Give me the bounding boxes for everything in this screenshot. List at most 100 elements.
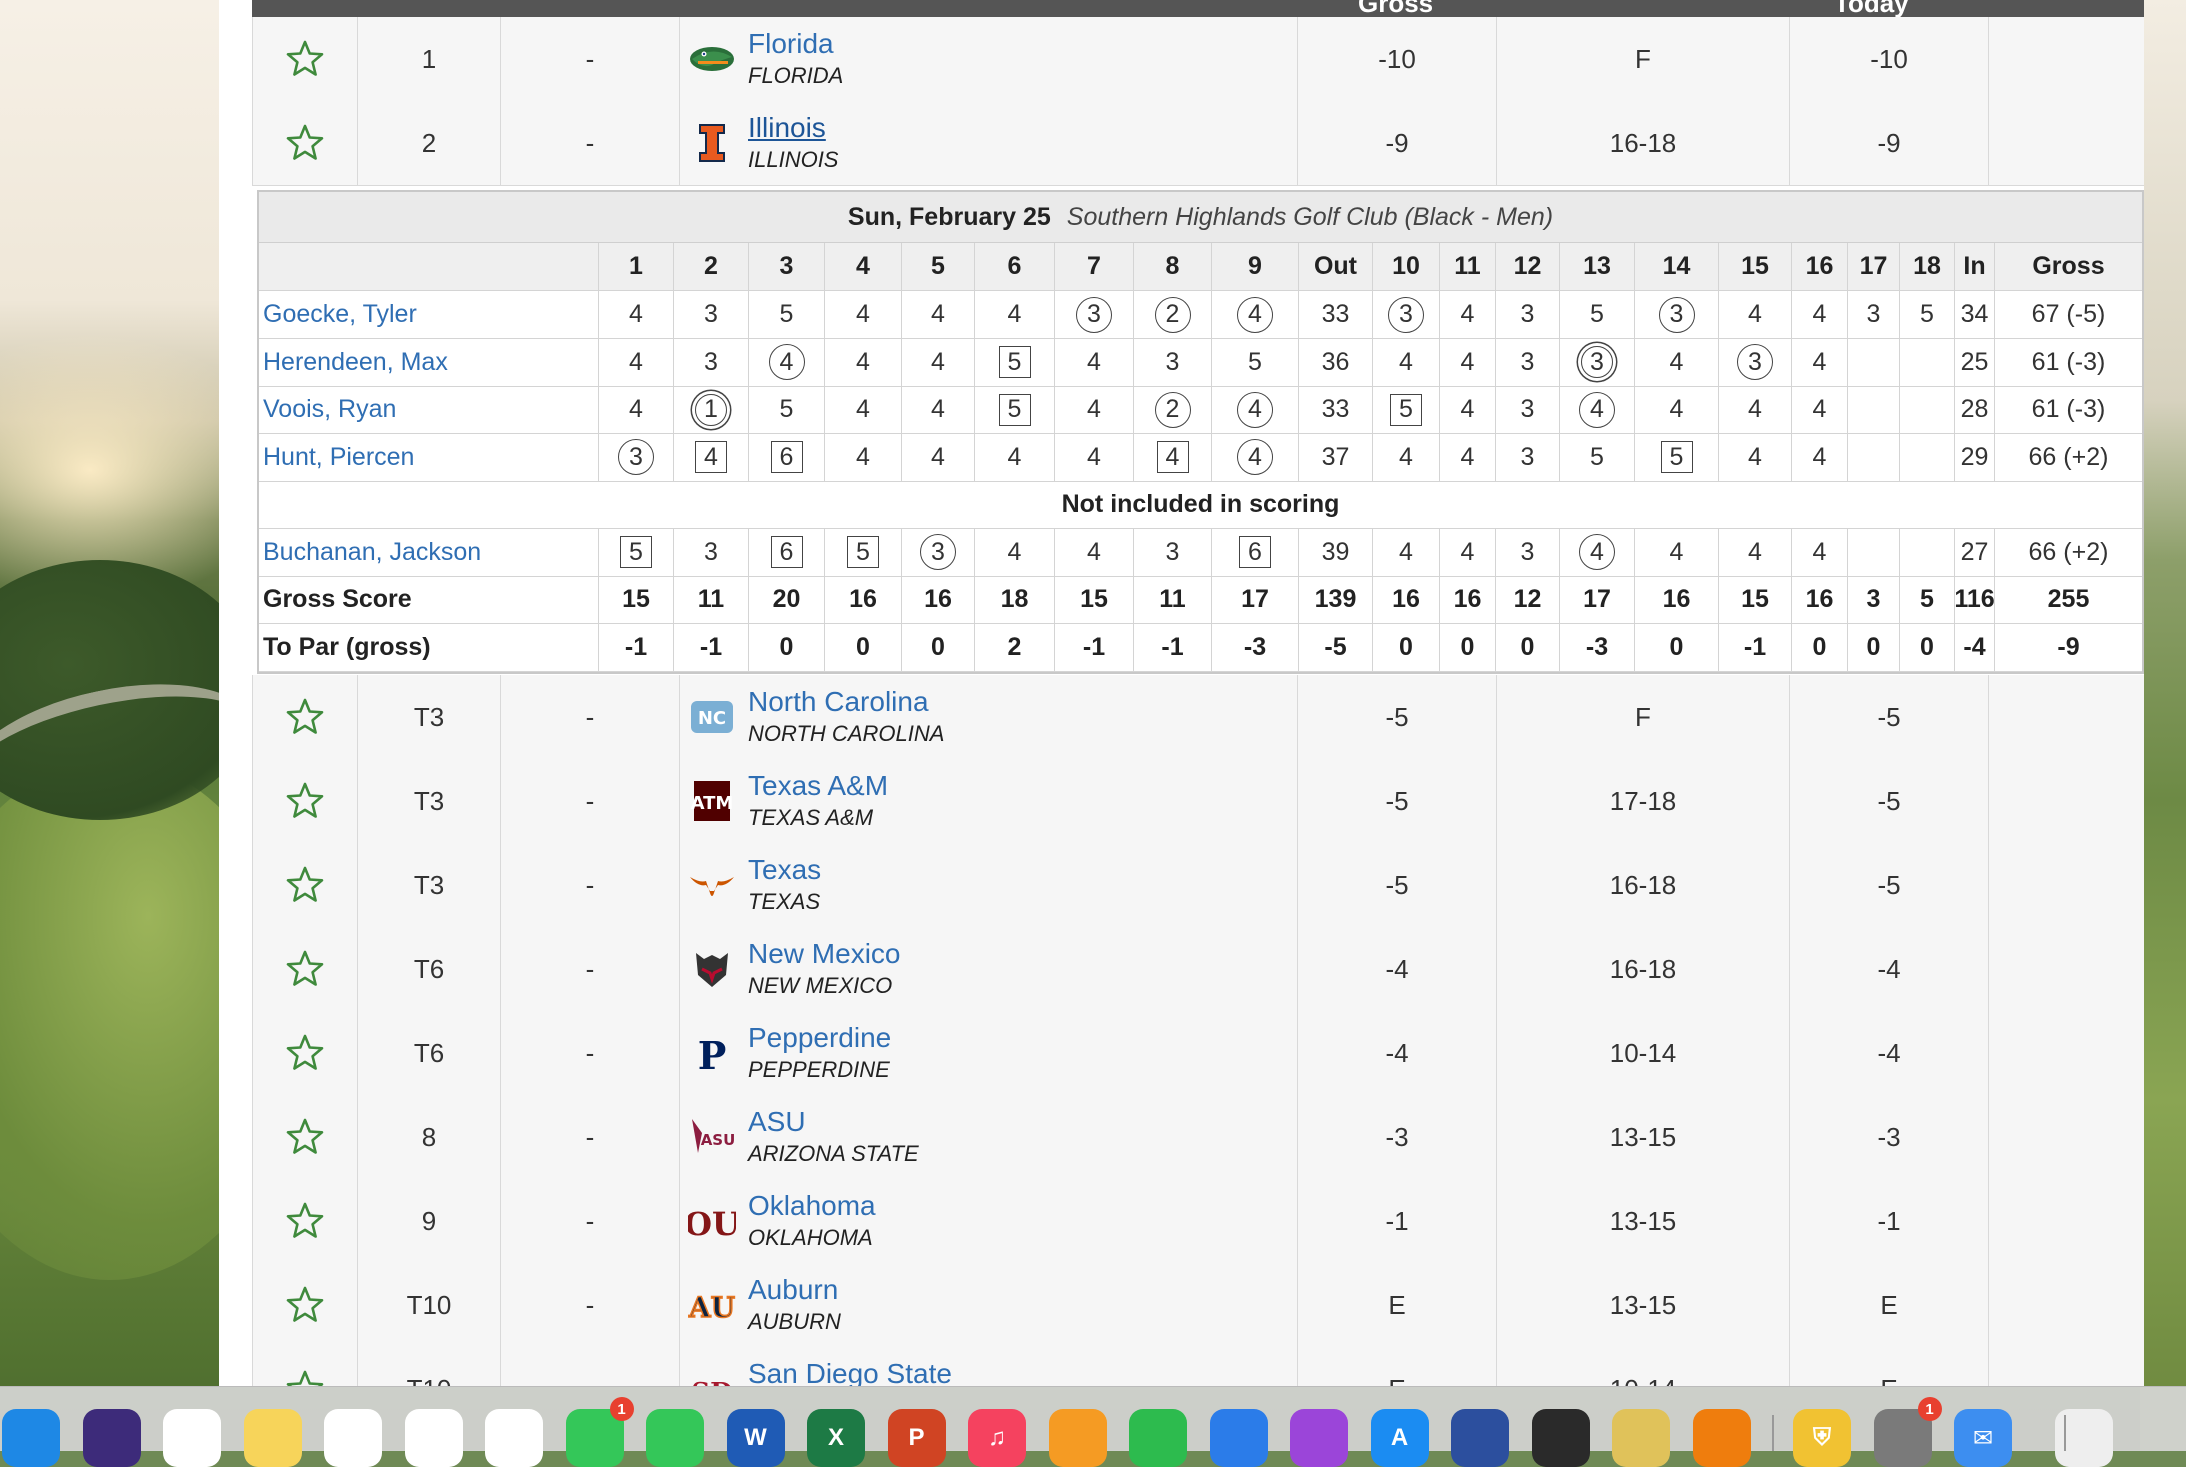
star-icon[interactable]: [285, 781, 325, 821]
team-row[interactable]: 9- OU Oklahoma OKLAHOMA -1 13-15 -1: [252, 1179, 2144, 1264]
team-link[interactable]: Florida: [748, 27, 843, 61]
pages-icon[interactable]: [1048, 1409, 1107, 1467]
photos-icon[interactable]: [485, 1409, 543, 1467]
position: T10: [358, 1347, 501, 1386]
score-cell: 4: [1440, 528, 1496, 576]
longhorn-icon: [688, 861, 736, 909]
powerpoint-icon[interactable]: P: [887, 1409, 946, 1467]
thru: F: [1497, 675, 1790, 759]
facetime-icon[interactable]: [646, 1409, 704, 1467]
favorite-star[interactable]: [253, 1347, 358, 1386]
player-name: Gross Score: [259, 576, 599, 623]
family-icon[interactable]: [1451, 1409, 1509, 1467]
score-cell: 5: [975, 338, 1055, 386]
star-icon[interactable]: [285, 123, 325, 163]
team-link[interactable]: ASU: [748, 1105, 919, 1139]
favorite-star[interactable]: [253, 1179, 358, 1263]
star-icon[interactable]: [285, 1285, 325, 1325]
score-cell: 17: [1560, 576, 1635, 623]
team-link[interactable]: Texas A&M: [748, 769, 888, 803]
star-icon[interactable]: [285, 949, 325, 989]
score-cell: -1: [1719, 623, 1792, 671]
score-cell: 37: [1299, 433, 1373, 481]
shield-app-icon[interactable]: ⛨: [1793, 1409, 1851, 1467]
team-school: NORTH CAROLINA: [748, 721, 945, 746]
favorite-star[interactable]: [253, 759, 358, 843]
safari-icon[interactable]: [2, 1409, 60, 1467]
favorite-star[interactable]: [253, 927, 358, 1011]
score-cell: 3: [1134, 338, 1212, 386]
score-cell: 39: [1299, 528, 1373, 576]
star-icon[interactable]: [285, 865, 325, 905]
team-link[interactable]: Auburn: [748, 1273, 841, 1307]
player-name[interactable]: Voois, Ryan: [259, 386, 599, 433]
movement: -: [501, 675, 680, 759]
dock-separator: [1772, 1415, 1774, 1451]
keynote-icon[interactable]: [1209, 1409, 1268, 1467]
team-link[interactable]: Illinois: [748, 111, 838, 145]
star-icon[interactable]: [285, 1033, 325, 1073]
app-store-glyph: A: [1390, 1424, 1409, 1451]
favorite-star[interactable]: [253, 1263, 358, 1347]
favorite-star[interactable]: [253, 101, 358, 185]
star-icon[interactable]: [285, 39, 325, 79]
mail-icon[interactable]: ✉: [1954, 1409, 2012, 1467]
totals-row: To Par (gross) -1 -1 0 0 0 2 -1 -1 -3 -5 0 0 0 -3 0 -1 0 0…: [259, 623, 2142, 672]
team-row[interactable]: 2- Illinois ILLINOIS -9 16-18 -9: [252, 101, 2144, 186]
team-row[interactable]: T6- P Pepperdine PEPPERDINE -4 10-14 -4: [252, 1011, 2144, 1096]
team-row[interactable]: 1- Florida FLORIDA -10 F -10: [252, 17, 2144, 102]
vlc-icon[interactable]: [1692, 1409, 1751, 1467]
position: 8: [358, 1095, 501, 1179]
star-icon[interactable]: [285, 1201, 325, 1241]
team-row[interactable]: T10- AU Auburn AUBURN E 13-15 E: [252, 1263, 2144, 1348]
team-link[interactable]: San Diego State: [748, 1357, 952, 1386]
team-link[interactable]: Texas: [748, 853, 821, 887]
score-cell: 3: [749, 243, 825, 290]
score-cell: 3: [902, 528, 975, 576]
podcasts-icon[interactable]: [1290, 1409, 1348, 1467]
score-cell: 4: [902, 338, 975, 386]
notes-icon[interactable]: [243, 1409, 302, 1467]
team-link[interactable]: Oklahoma: [748, 1189, 876, 1223]
score-cell: 4: [1373, 433, 1440, 481]
player-name[interactable]: Hunt, Piercen: [259, 433, 599, 481]
position: T3: [358, 675, 501, 759]
app-store-icon[interactable]: A: [1370, 1409, 1429, 1467]
team-row[interactable]: T3- NC North Carolina NORTH CAROLINA -5 F -5: [252, 675, 2144, 760]
position: 1: [358, 17, 501, 101]
empty-cell: [1989, 675, 2144, 759]
pineapple-icon[interactable]: [1612, 1409, 1670, 1467]
firefox-icon[interactable]: [82, 1409, 141, 1467]
favorite-star[interactable]: [253, 675, 358, 759]
score-cell: 4: [1792, 291, 1848, 338]
team-row[interactable]: T3- Texas TEXAS -5 16-18 -5: [252, 843, 2144, 928]
team-link[interactable]: New Mexico: [748, 937, 900, 971]
team-link[interactable]: North Carolina: [748, 685, 944, 719]
score-cell: 5: [1560, 291, 1635, 338]
team-link[interactable]: Pepperdine: [748, 1021, 891, 1055]
favorite-star[interactable]: [253, 843, 358, 927]
word-icon[interactable]: W: [726, 1409, 785, 1467]
logic-icon[interactable]: [1531, 1409, 1590, 1467]
team-row[interactable]: T6- New Mexico NEW MEXICO -4 16-18 -4: [252, 927, 2144, 1012]
team-row[interactable]: T10-SDSan Diego StateSAN DIEGO STATEE10-…: [252, 1347, 2144, 1386]
team-row[interactable]: T3- ATM Texas A&M TEXAS A&M -5 17-18 -5: [252, 759, 2144, 844]
star-icon[interactable]: [285, 697, 325, 737]
star-icon[interactable]: [285, 1117, 325, 1157]
star-icon[interactable]: [285, 1369, 325, 1386]
favorite-star[interactable]: [253, 1011, 358, 1095]
freeform-icon[interactable]: [324, 1409, 382, 1467]
chrome-icon[interactable]: [163, 1409, 221, 1467]
excel-icon[interactable]: X: [807, 1409, 865, 1467]
player-name[interactable]: Herendeen, Max: [259, 338, 599, 386]
numbers-icon[interactable]: [1129, 1409, 1187, 1467]
favorite-star[interactable]: [253, 17, 358, 101]
player-name[interactable]: Buchanan, Jackson: [259, 528, 599, 576]
team-row[interactable]: 8- ASU ASU ARIZONA STATE -3 13-15 -3: [252, 1095, 2144, 1180]
favorite-star[interactable]: [253, 1095, 358, 1179]
birdie-circle: 4: [1579, 391, 1615, 428]
bogey-square: 6: [1239, 536, 1271, 568]
music-icon[interactable]: ♫: [968, 1409, 1026, 1467]
player-name[interactable]: Goecke, Tyler: [259, 291, 599, 338]
reminders-icon[interactable]: [404, 1409, 463, 1467]
